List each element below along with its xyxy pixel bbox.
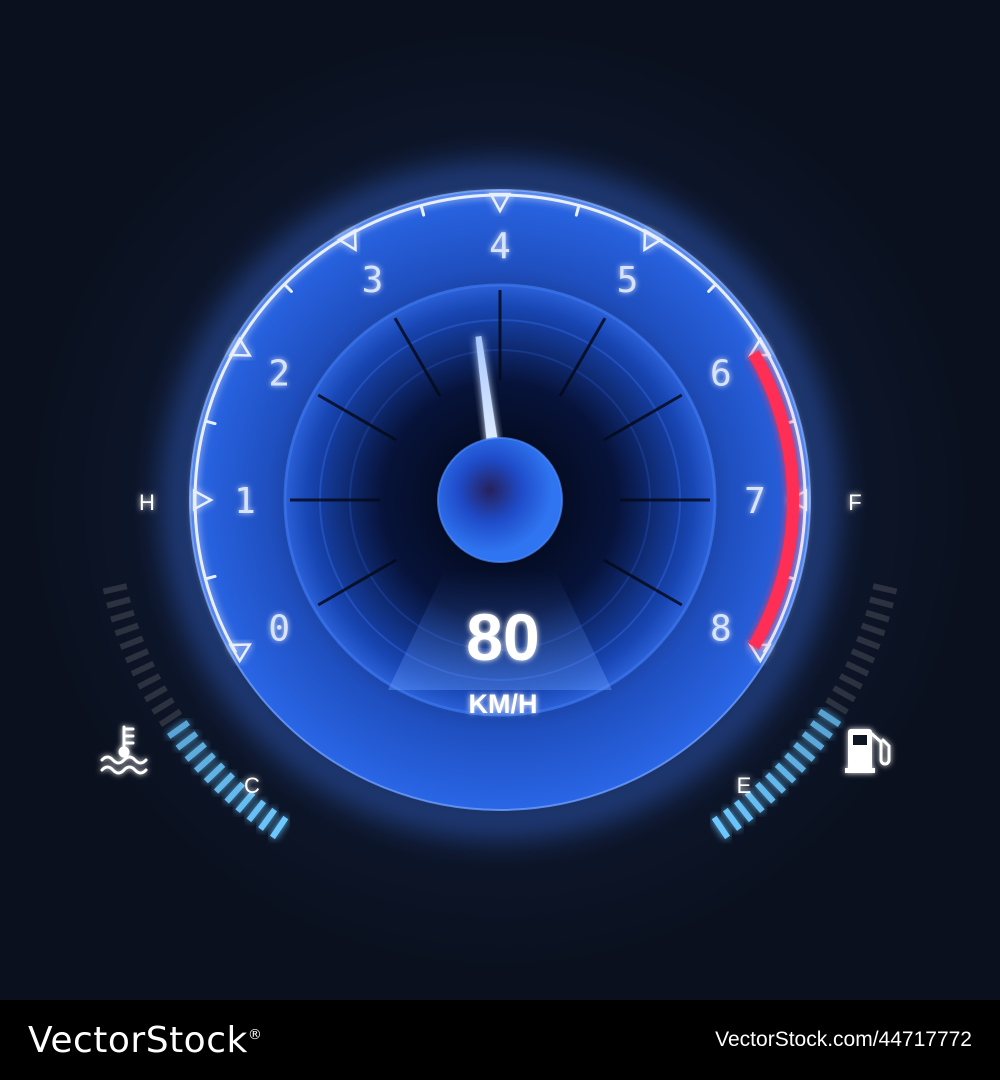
- scale-label: 5: [617, 260, 639, 301]
- scale-label: 8: [710, 609, 732, 650]
- brand-name: VectorStock: [28, 1019, 248, 1061]
- scale-label: 2: [268, 354, 290, 395]
- brand-logo: VectorStock®: [28, 1020, 262, 1061]
- minor-tick: [420, 205, 426, 217]
- fuel-full-label: F: [848, 490, 861, 515]
- footer-bar: VectorStock® VectorStock.com/44717772: [0, 1000, 1000, 1080]
- temperature-high-label: H: [139, 490, 155, 515]
- scale-label: 1: [234, 481, 256, 522]
- speed-unit: KM/H: [469, 689, 538, 719]
- minor-tick: [205, 574, 217, 580]
- minor-tick: [574, 205, 580, 217]
- scale-label: 7: [744, 481, 766, 522]
- dashboard-cluster: 0 1 2 3 4 5 6 7 8 80 KM/H H C F E: [0, 0, 1000, 1000]
- image-id: VectorStock.com/44717772: [715, 1028, 972, 1051]
- temperature-low-label: C: [244, 773, 260, 798]
- scale-label: 4: [489, 226, 511, 267]
- registered-mark: ®: [247, 1026, 263, 1043]
- fuel-empty-label: E: [737, 773, 752, 798]
- scale-label: 0: [268, 609, 290, 650]
- minor-tick: [205, 420, 217, 426]
- tachometer-gauge: 0 1 2 3 4 5 6 7 8 80 KM/H H C F E: [0, 0, 1000, 1000]
- speed-readout: 80: [466, 600, 539, 674]
- scale-label: 6: [710, 354, 732, 395]
- scale-label: 3: [362, 260, 384, 301]
